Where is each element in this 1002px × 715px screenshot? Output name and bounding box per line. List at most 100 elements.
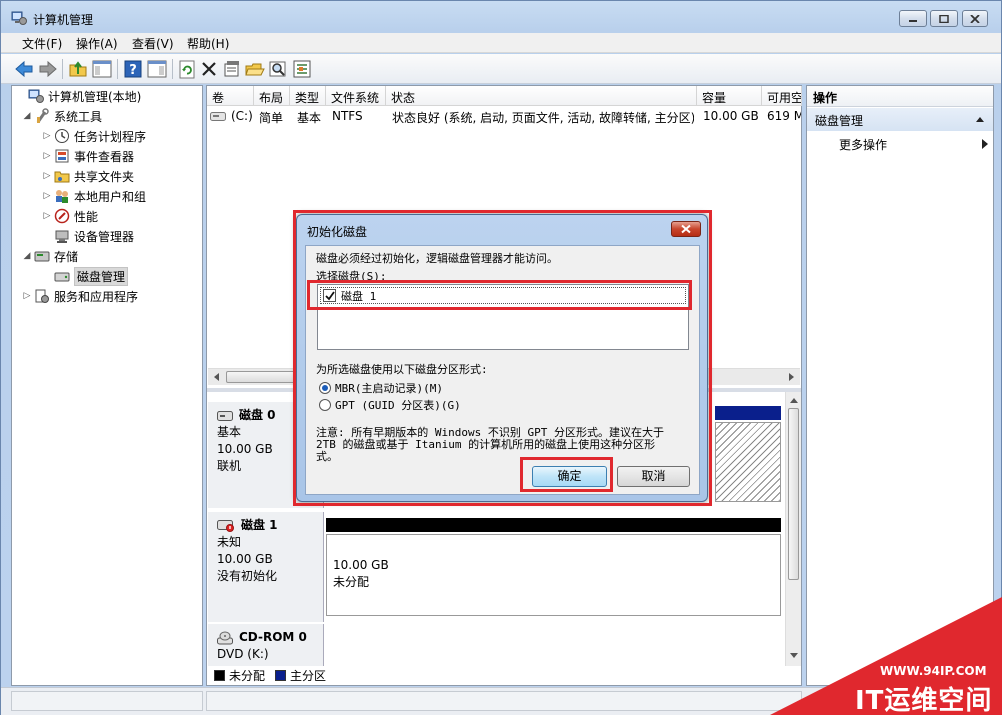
disk-1-name-row: 磁盘 1 xyxy=(217,517,323,534)
menu-help[interactable]: 帮助(H) xyxy=(187,35,229,52)
delete-button[interactable] xyxy=(198,58,220,80)
back-button[interactable] xyxy=(13,58,35,80)
disk-1-label[interactable]: 磁盘 1 未知 10.00 GB 没有初始化 xyxy=(208,512,324,622)
tree-collapsed-twisty[interactable]: ▷ xyxy=(22,291,32,301)
volume-row[interactable]: (C:) 简单 基本 NTFS 状态良好 (系统, 启动, 页面文件, 活动, … xyxy=(207,108,801,126)
tree-item-shared-folders[interactable]: ▷ 共享文件夹 xyxy=(42,166,134,186)
menu-file[interactable]: 文件(F) xyxy=(22,35,62,52)
column-capacity[interactable]: 容量 xyxy=(697,86,762,106)
tree-collapsed-twisty[interactable]: ▷ xyxy=(42,151,52,161)
disk-1-type: 未知 xyxy=(217,535,242,549)
uninitialized-disk-icon xyxy=(217,519,234,532)
mbr-radio[interactable] xyxy=(319,382,331,394)
menu-bar: 文件(F) 操作(A) 查看(V) 帮助(H) xyxy=(1,33,1001,53)
disk-listbox[interactable]: 磁盘 1 xyxy=(317,284,689,350)
up-level-button[interactable] xyxy=(67,58,89,80)
tree-expanded-twisty[interactable]: ◢ xyxy=(22,251,32,261)
column-type[interactable]: 类型 xyxy=(290,86,326,106)
forward-button[interactable] xyxy=(37,58,59,80)
gpt-option[interactable]: GPT (GUID 分区表)(G) xyxy=(319,397,461,413)
volume-drive-icon xyxy=(210,112,226,121)
properties-icon xyxy=(224,61,239,77)
column-file-system[interactable]: 文件系统 xyxy=(326,86,386,106)
console-tree: 计算机管理(本地) ◢ 系统工具 ▷ 任务计划程序 ▷ 事件查看器 ▷ 共享文件… xyxy=(11,85,203,686)
select-disk-label: 选择磁盘(S): xyxy=(316,270,387,283)
tree-item-device-manager[interactable]: 设备管理器 xyxy=(42,226,134,246)
cdrom-0-label[interactable]: CD-ROM 0 DVD (K:) xyxy=(208,624,324,666)
disk-settings-button[interactable] xyxy=(291,58,313,80)
menu-view[interactable]: 查看(V) xyxy=(132,35,174,52)
shared-folder-icon xyxy=(54,171,70,183)
disk-0-name: 磁盘 0 xyxy=(239,408,276,422)
minimize-icon xyxy=(909,19,917,22)
actions-header: 操作 xyxy=(807,86,993,107)
tree-item-storage[interactable]: ◢ 存储 xyxy=(22,246,78,266)
status-segment-2 xyxy=(206,691,802,711)
disk-list-item[interactable]: 磁盘 1 xyxy=(320,287,686,304)
tree-item-task-scheduler[interactable]: ▷ 任务计划程序 xyxy=(42,126,146,146)
tree-item-computer-management[interactable]: 计算机管理(本地) xyxy=(16,86,141,106)
dialog-intro: 磁盘必须经过初始化，逻辑磁盘管理器才能访问。 xyxy=(316,252,558,265)
column-free-space[interactable]: 可用空 xyxy=(762,86,802,106)
tree-item-services-applications[interactable]: ▷ 服务和应用程序 xyxy=(22,286,138,306)
more-actions-item[interactable]: 更多操作 xyxy=(839,136,887,153)
properties-button[interactable] xyxy=(221,58,243,80)
actions-group-disk-management[interactable]: 磁盘管理 xyxy=(807,108,993,131)
volume-file-system: NTFS xyxy=(332,109,363,123)
tree-collapsed-twisty[interactable]: ▷ xyxy=(42,131,52,141)
scroll-left-icon xyxy=(214,373,219,381)
forward-arrow-icon xyxy=(39,60,57,78)
dialog-close-button[interactable] xyxy=(671,221,701,237)
tree-collapsed-twisty[interactable]: ▷ xyxy=(42,171,52,181)
status-segment-1 xyxy=(11,691,203,711)
tree-item-performance[interactable]: ▷ 性能 xyxy=(42,206,98,226)
tools-icon xyxy=(36,108,49,123)
help-button[interactable]: ? xyxy=(122,58,144,80)
column-status[interactable]: 状态 xyxy=(386,86,697,106)
column-layout[interactable]: 布局 xyxy=(254,86,290,106)
watermark-url: WWW.94IP.COM xyxy=(880,664,987,678)
computer-management-icon xyxy=(11,11,27,25)
tree-collapsed-twisty[interactable]: ▷ xyxy=(42,211,52,221)
title-bar[interactable]: 计算机管理 xyxy=(1,1,1001,33)
disk-1-partition-state: 未分配 xyxy=(333,575,370,589)
disk-icon xyxy=(217,410,233,421)
disk-0-partition[interactable] xyxy=(715,422,781,502)
tree-item-label: 任务计划程序 xyxy=(74,129,147,144)
actions-group-label: 磁盘管理 xyxy=(815,114,864,128)
maximize-button[interactable] xyxy=(930,10,958,27)
menu-action[interactable]: 操作(A) xyxy=(76,35,118,52)
scroll-thumb[interactable] xyxy=(788,408,799,580)
tree-item-local-users-groups[interactable]: ▷ 本地用户和组 xyxy=(42,186,146,206)
disk-1-unallocated-partition[interactable]: 10.00 GB 未分配 xyxy=(326,534,781,616)
refresh-button[interactable] xyxy=(176,58,198,80)
toolbar-separator xyxy=(62,59,63,79)
disk-1-unallocated-bar xyxy=(326,518,781,532)
tree-item-label: 性能 xyxy=(74,209,99,224)
maximize-icon xyxy=(939,14,949,23)
tree-expanded-twisty[interactable]: ◢ xyxy=(22,111,32,121)
cancel-button[interactable]: 取消 xyxy=(617,466,690,487)
column-volume[interactable]: 卷 xyxy=(207,86,254,106)
open-button[interactable] xyxy=(244,58,266,80)
minimize-button[interactable] xyxy=(899,10,927,27)
disk-1-checkbox[interactable] xyxy=(323,289,336,302)
close-button[interactable] xyxy=(962,10,988,27)
show-hide-action-pane-button[interactable] xyxy=(146,58,168,80)
disk-1-name: 磁盘 1 xyxy=(241,518,278,532)
tree-item-disk-management[interactable]: 磁盘管理 xyxy=(42,266,129,286)
tree-item-system-tools[interactable]: ◢ 系统工具 xyxy=(22,106,102,126)
tree-item-label: 事件查看器 xyxy=(74,149,135,164)
checkmark-icon xyxy=(325,291,335,301)
tree-collapsed-twisty[interactable]: ▷ xyxy=(42,191,52,201)
mbr-option[interactable]: MBR(主启动记录)(M) xyxy=(319,380,443,396)
scroll-right-icon xyxy=(789,373,794,381)
gpt-radio[interactable] xyxy=(319,399,331,411)
legend-unallocated-label: 未分配 xyxy=(229,669,266,683)
clock-icon xyxy=(55,129,69,143)
ok-button[interactable]: 确定 xyxy=(532,466,607,487)
show-hide-tree-button[interactable] xyxy=(91,58,113,80)
search-button[interactable] xyxy=(267,58,289,80)
actions-pane: 操作 磁盘管理 更多操作 xyxy=(806,85,994,686)
tree-item-event-viewer[interactable]: ▷ 事件查看器 xyxy=(42,146,134,166)
